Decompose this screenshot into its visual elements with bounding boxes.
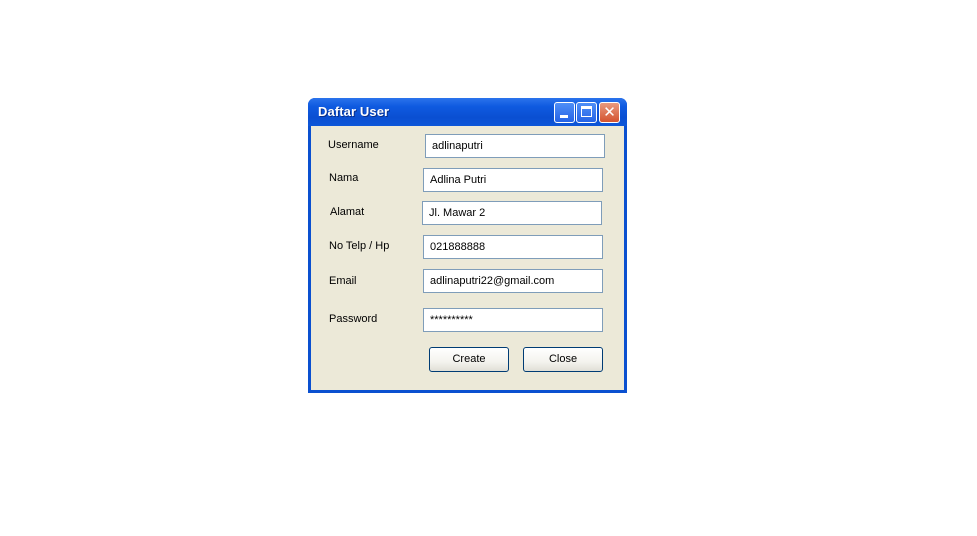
maximize-button[interactable] bbox=[576, 102, 597, 123]
password-field[interactable]: ********** bbox=[423, 308, 603, 332]
close-button[interactable]: Close bbox=[523, 347, 603, 372]
alamat-label: Alamat bbox=[330, 206, 365, 218]
password-label: Password bbox=[329, 313, 378, 325]
minimize-icon bbox=[560, 115, 568, 118]
close-icon: ✕ bbox=[603, 104, 616, 121]
telp-label: No Telp / Hp bbox=[329, 240, 390, 252]
username-label: Username bbox=[328, 139, 379, 151]
username-field[interactable]: adlinaputri bbox=[425, 134, 605, 158]
create-button[interactable]: Create bbox=[429, 347, 509, 372]
daftar-user-window: Daftar User ✕ Username adlinaputri Nama … bbox=[308, 98, 627, 393]
minimize-button[interactable] bbox=[554, 102, 575, 123]
telp-field[interactable]: 021888888 bbox=[423, 235, 603, 259]
nama-field[interactable]: Adlina Putri bbox=[423, 168, 603, 192]
nama-label: Nama bbox=[329, 172, 359, 184]
title-bar[interactable]: Daftar User ✕ bbox=[308, 98, 627, 126]
close-window-button[interactable]: ✕ bbox=[599, 102, 620, 123]
form-panel: Username adlinaputri Nama Adlina Putri A… bbox=[311, 126, 624, 390]
window-title: Daftar User bbox=[318, 104, 390, 119]
email-label: Email bbox=[329, 275, 357, 287]
email-field[interactable]: adlinaputri22@gmail.com bbox=[423, 269, 603, 293]
alamat-field[interactable]: Jl. Mawar 2 bbox=[422, 201, 602, 225]
maximize-icon bbox=[581, 106, 592, 117]
